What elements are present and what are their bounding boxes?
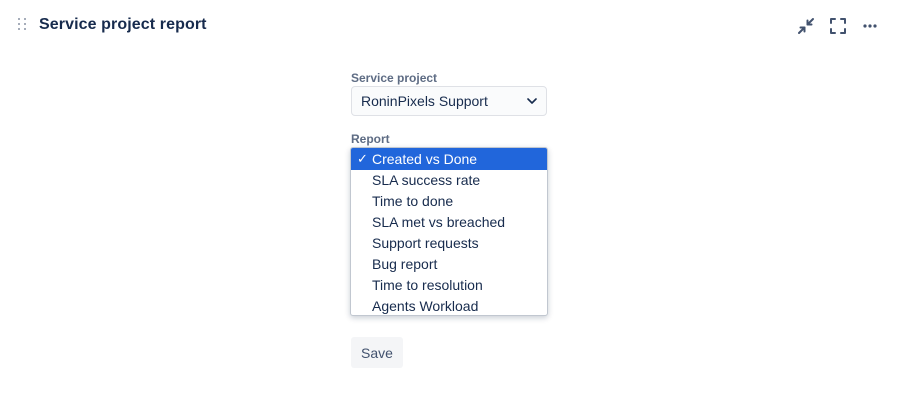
report-form: Service project RoninPixels Support xyxy=(351,70,547,116)
report-option[interactable]: Time to done xyxy=(351,191,547,212)
report-option[interactable]: Support requests xyxy=(351,233,547,254)
report-option-label: Time to done xyxy=(372,193,454,209)
fullscreen-icon xyxy=(830,18,846,34)
header-actions xyxy=(794,14,882,38)
report-option-label: SLA success rate xyxy=(372,172,481,188)
service-project-label: Service project xyxy=(351,71,438,85)
report-option[interactable]: SLA met vs breached xyxy=(351,212,547,233)
minimize-icon xyxy=(798,18,814,34)
page-title: Service project report xyxy=(39,16,207,33)
report-option[interactable]: SLA success rate xyxy=(351,170,547,191)
more-button[interactable] xyxy=(858,14,882,38)
check-icon: ✓ xyxy=(357,151,368,166)
service-project-select[interactable]: RoninPixels Support xyxy=(351,86,547,116)
fullscreen-button[interactable] xyxy=(826,14,850,38)
service-project-value: RoninPixels Support xyxy=(361,93,488,109)
drag-handle-icon[interactable] xyxy=(18,18,28,32)
minimize-button[interactable] xyxy=(794,14,818,38)
report-option[interactable]: Time to resolution xyxy=(351,275,547,296)
chevron-down-icon xyxy=(526,95,538,107)
report-option-label: Agents Workload xyxy=(372,298,479,314)
more-icon xyxy=(863,24,877,28)
report-option-label: Created vs Done xyxy=(372,151,478,167)
report-option[interactable]: Bug report xyxy=(351,254,547,275)
report-option[interactable]: Agents Workload xyxy=(351,296,547,315)
report-option-label: SLA met vs breached xyxy=(372,214,506,230)
report-option-label: Support requests xyxy=(372,235,479,251)
report-dropdown-list[interactable]: ✓ Created vs Done SLA success rate Time to … xyxy=(350,147,548,316)
report-label: Report xyxy=(351,132,390,146)
save-button[interactable]: Save xyxy=(351,337,403,368)
report-option[interactable]: ✓ Created vs Done xyxy=(351,148,547,170)
report-option-label: Time to resolution xyxy=(372,277,483,293)
report-option-label: Bug report xyxy=(372,256,438,272)
